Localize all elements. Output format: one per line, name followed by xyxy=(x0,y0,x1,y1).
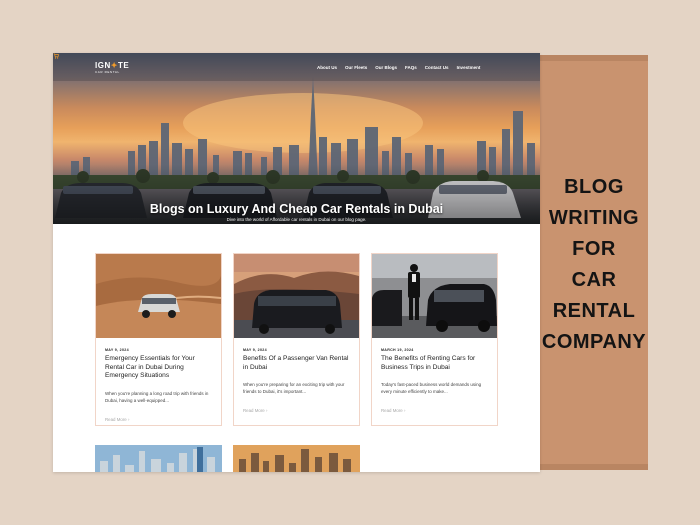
promo-caption: BLOG WRITING FOR CAR RENTAL COMPANY xyxy=(536,172,652,358)
read-more-label: Read More xyxy=(243,408,265,413)
chevron-right-icon: › xyxy=(403,408,406,413)
main-menu: About Us Our Fleets Our Blogs FAQs Conta… xyxy=(317,65,480,70)
post-thumbnail-partial[interactable] xyxy=(233,445,360,472)
nav-faqs[interactable]: FAQs xyxy=(405,65,417,70)
post-thumbnail-passenger-van[interactable] xyxy=(234,254,359,338)
post-title[interactable]: The Benefits of Renting Cars for Busines… xyxy=(381,355,491,372)
blog-card[interactable]: MAY 9, 2024 Emergency Essentials for You… xyxy=(95,253,222,426)
flame-icon: ✦ xyxy=(110,61,118,70)
read-more-link[interactable]: Read More › xyxy=(243,408,267,413)
post-title[interactable]: Benefits Of a Passenger Van Rental in Du… xyxy=(243,355,353,372)
nav-contact-us[interactable]: Contact Us xyxy=(425,65,449,70)
read-more-link[interactable]: Read More › xyxy=(105,417,129,422)
post-excerpt: When you're preparing for an exciting tr… xyxy=(243,382,345,395)
logo-text-start: IGN xyxy=(95,61,111,70)
blog-card[interactable]: MAY 9, 2024 Benefits Of a Passenger Van … xyxy=(233,253,360,426)
nav-our-fleets[interactable]: Our Fleets xyxy=(345,65,367,70)
post-date: MARCH 19, 2024 xyxy=(381,348,414,352)
chevron-right-icon: › xyxy=(127,417,130,422)
site-logo[interactable]: IGN✦TE CAR RENTAL xyxy=(95,62,129,75)
hero-title: Blogs on Luxury And Cheap Car Rentals in… xyxy=(149,202,444,216)
caption-line: RENTAL xyxy=(552,300,636,322)
hero-banner: IGN✦TE CAR RENTAL About Us Our Fleets Ou… xyxy=(53,53,540,224)
post-thumbnail-chauffeur[interactable] xyxy=(372,254,497,338)
logo-tagline: CAR RENTAL xyxy=(95,70,120,74)
hero-subtitle: Dive into the world of Affordable car re… xyxy=(226,217,367,222)
website-screenshot: IGN✦TE CAR RENTAL About Us Our Fleets Ou… xyxy=(53,53,540,472)
nav-our-blogs[interactable]: Our Blogs xyxy=(375,65,397,70)
cart-icon[interactable] xyxy=(53,53,59,59)
post-date: MAY 9, 2024 xyxy=(243,348,267,352)
caption-line: FOR xyxy=(572,238,616,260)
read-more-link[interactable]: Read More › xyxy=(381,408,405,413)
read-more-label: Read More xyxy=(105,417,127,422)
caption-line: WRITING xyxy=(548,207,640,229)
post-thumbnail-partial[interactable] xyxy=(95,445,222,472)
post-excerpt: When you're planning a long road trip wi… xyxy=(105,391,209,404)
blog-card[interactable]: MARCH 19, 2024 The Benefits of Renting C… xyxy=(371,253,498,426)
read-more-label: Read More xyxy=(381,408,403,413)
caption-line: BLOG xyxy=(564,176,624,198)
caption-line: CAR xyxy=(571,269,617,291)
nav-about-us[interactable]: About Us xyxy=(317,65,337,70)
site-navbar: IGN✦TE CAR RENTAL About Us Our Fleets Ou… xyxy=(53,53,540,81)
panel-stripe-top xyxy=(538,55,648,61)
panel-stripe-bottom xyxy=(538,464,648,470)
nav-investment[interactable]: Investment xyxy=(457,65,481,70)
logo-text-end: TE xyxy=(117,61,130,70)
post-date: MAY 9, 2024 xyxy=(105,348,129,352)
logo-wordmark: IGN✦TE xyxy=(95,62,129,70)
caption-line: COMPANY xyxy=(541,331,647,353)
post-excerpt: Today's fast-paced business world demand… xyxy=(381,382,482,395)
post-thumbnail-desert-suv[interactable] xyxy=(96,254,221,338)
post-title[interactable]: Emergency Essentials for Your Rental Car… xyxy=(105,355,215,381)
chevron-right-icon: › xyxy=(265,408,268,413)
